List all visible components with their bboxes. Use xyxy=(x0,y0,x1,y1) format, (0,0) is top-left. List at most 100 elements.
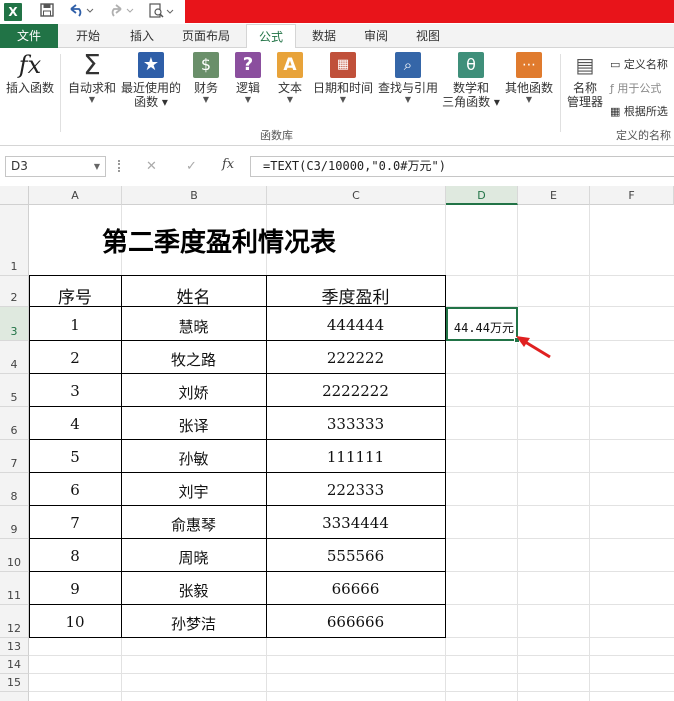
cell-index[interactable]: 6 xyxy=(29,481,121,499)
enter-icon[interactable]: ✓ xyxy=(186,159,197,174)
cell-index[interactable]: 8 xyxy=(29,547,121,565)
chevron-down-icon: ▼ xyxy=(525,95,533,104)
math-trig-button[interactable]: θ 数学和 三角函数 ▾ xyxy=(442,52,500,109)
cell-profit[interactable]: 3334444 xyxy=(266,514,445,532)
annotation-arrow-icon xyxy=(516,336,551,359)
cell-name[interactable]: 刘娇 xyxy=(121,382,266,403)
cell-profit[interactable]: 555566 xyxy=(266,547,445,565)
cell-profit[interactable]: 333333 xyxy=(266,415,445,433)
cell-name[interactable]: 刘宇 xyxy=(121,481,266,502)
cell-profit[interactable]: 2222222 xyxy=(266,382,445,400)
ribbon-separator xyxy=(560,54,561,132)
selected-cell-d3[interactable]: 44.44万元 xyxy=(446,307,518,341)
more-functions-button[interactable]: ⋯ 其他函数 ▼ xyxy=(502,52,556,105)
group-label-function-library: 函数库 xyxy=(260,129,293,142)
ribbon-separator xyxy=(60,54,61,132)
formula-icon: ƒ xyxy=(610,82,614,95)
chevron-down-icon: ▼ xyxy=(88,95,96,104)
group-label-defined-names: 定义的名称 xyxy=(616,129,671,142)
datetime-button[interactable]: ▦ 日期和时间 ▼ xyxy=(312,52,374,105)
define-name-button[interactable]: ▭ 定义名称 xyxy=(610,56,668,72)
chevron-down-icon: ▼ xyxy=(339,95,347,104)
cell-name[interactable]: 孙梦洁 xyxy=(121,613,266,634)
insert-function-button[interactable]: fx 插入函数 xyxy=(4,52,56,95)
cell-name[interactable]: 周晓 xyxy=(121,547,266,568)
excel-logo-icon: X xyxy=(4,3,22,21)
tab-view[interactable]: 视图 xyxy=(406,24,450,48)
tab-page-layout[interactable]: 页面布局 xyxy=(174,24,238,48)
undo-icon[interactable] xyxy=(66,3,96,21)
redacted-title-bar xyxy=(185,0,674,23)
cancel-icon[interactable]: ✕ xyxy=(146,159,157,174)
chevron-down-icon: ▼ xyxy=(244,95,252,104)
theta-icon: θ xyxy=(458,52,484,78)
use-in-formula-button[interactable]: ƒ 用于公式 xyxy=(610,80,661,96)
formula-bar-grip-icon xyxy=(118,160,120,172)
name-manager-icon: ▤ xyxy=(575,53,595,77)
cell-profit[interactable]: 111111 xyxy=(266,448,445,466)
tab-insert[interactable]: 插入 xyxy=(120,24,164,48)
save-icon[interactable] xyxy=(38,3,56,21)
cell-index[interactable]: 5 xyxy=(29,448,121,466)
ribbon-tab-row: 文件 开始 插入 页面布局 公式 数据 审阅 视图 xyxy=(0,24,674,49)
recent-functions-button[interactable]: ★ 最近使用的 函数 ▾ xyxy=(121,52,181,109)
chevron-down-icon: ▼ xyxy=(202,95,210,104)
magnifier-icon: ⌕ xyxy=(395,52,421,78)
calendar-icon: ▦ xyxy=(330,52,356,78)
create-from-selection-button[interactable]: ▦ 根据所选 xyxy=(610,103,668,119)
cell-index[interactable]: 7 xyxy=(29,514,121,532)
financial-icon: $ xyxy=(193,52,219,78)
tab-home[interactable]: 开始 xyxy=(66,24,110,48)
cell-index[interactable]: 3 xyxy=(29,382,121,400)
header-cell-index[interactable]: 序号 xyxy=(29,283,121,308)
cell-name[interactable]: 俞惠琴 xyxy=(121,514,266,535)
tab-review[interactable]: 审阅 xyxy=(354,24,398,48)
financial-button[interactable]: $ 财务 ▼ xyxy=(186,52,226,105)
cell-name[interactable]: 张毅 xyxy=(121,580,266,601)
text-functions-button[interactable]: A 文本 ▼ xyxy=(270,52,310,105)
cell-profit[interactable]: 222333 xyxy=(266,481,445,499)
redo-icon[interactable] xyxy=(106,3,136,21)
more-functions-icon: ⋯ xyxy=(516,52,542,78)
cell-profit[interactable]: 222222 xyxy=(266,349,445,367)
tag-icon: ▭ xyxy=(610,58,621,71)
cell-name[interactable]: 孙敏 xyxy=(121,448,266,469)
cell-name[interactable]: 牧之路 xyxy=(121,349,266,370)
logical-icon: ? xyxy=(235,52,261,78)
cell-index[interactable]: 9 xyxy=(29,580,121,598)
logical-button[interactable]: ? 逻辑 ▼ xyxy=(228,52,268,105)
cell-index[interactable]: 2 xyxy=(29,349,121,367)
cell-name[interactable]: 慧晓 xyxy=(121,316,266,337)
star-icon: ★ xyxy=(138,52,164,78)
chevron-down-icon[interactable]: ▼ xyxy=(94,157,100,176)
formula-bar: D3 ▼ ✕ ✓ fx =TEXT(C3/10000,"0.0#万元") xyxy=(0,146,674,186)
name-box[interactable]: D3 ▼ xyxy=(5,156,106,177)
autosum-button[interactable]: Σ 自动求和 ▼ xyxy=(66,48,118,105)
print-preview-icon[interactable] xyxy=(146,3,176,21)
name-manager-button[interactable]: ▤ 名称 管理器 xyxy=(564,52,606,109)
fx-icon: fx xyxy=(18,51,42,79)
cell-name[interactable]: 张译 xyxy=(121,415,266,436)
cell-index[interactable]: 10 xyxy=(29,613,121,631)
tab-data[interactable]: 数据 xyxy=(302,24,346,48)
lookup-reference-button[interactable]: ⌕ 查找与引用 ▼ xyxy=(377,52,439,105)
worksheet-grid[interactable]: A B C D E F 1 2 3 4 5 6 7 8 9 10 11 12 1… xyxy=(0,186,674,701)
insert-function-icon[interactable]: fx xyxy=(222,157,234,172)
cell-profit[interactable]: 66666 xyxy=(266,580,445,598)
grid-icon: ▦ xyxy=(610,105,621,118)
formula-input[interactable]: =TEXT(C3/10000,"0.0#万元") xyxy=(250,156,674,177)
cell-profit[interactable]: 666666 xyxy=(266,613,445,631)
ribbon: fx 插入函数 Σ 自动求和 ▼ ★ 最近使用的 函数 ▾ $ 财务 ▼ ? 逻… xyxy=(0,48,674,146)
header-cell-profit[interactable]: 季度盈利 xyxy=(266,283,445,308)
cell-profit[interactable]: 444444 xyxy=(266,316,445,334)
tab-formulas[interactable]: 公式 xyxy=(246,24,296,49)
cell-index[interactable]: 1 xyxy=(29,316,121,334)
chevron-down-icon: ▼ xyxy=(404,95,412,104)
sigma-icon: Σ xyxy=(83,48,101,81)
tab-file[interactable]: 文件 xyxy=(0,24,58,48)
text-icon: A xyxy=(277,52,303,78)
header-cell-name[interactable]: 姓名 xyxy=(121,283,266,308)
title-bar: X xyxy=(0,0,674,24)
cell-index[interactable]: 4 xyxy=(29,415,121,433)
chevron-down-icon: ▼ xyxy=(286,95,294,104)
